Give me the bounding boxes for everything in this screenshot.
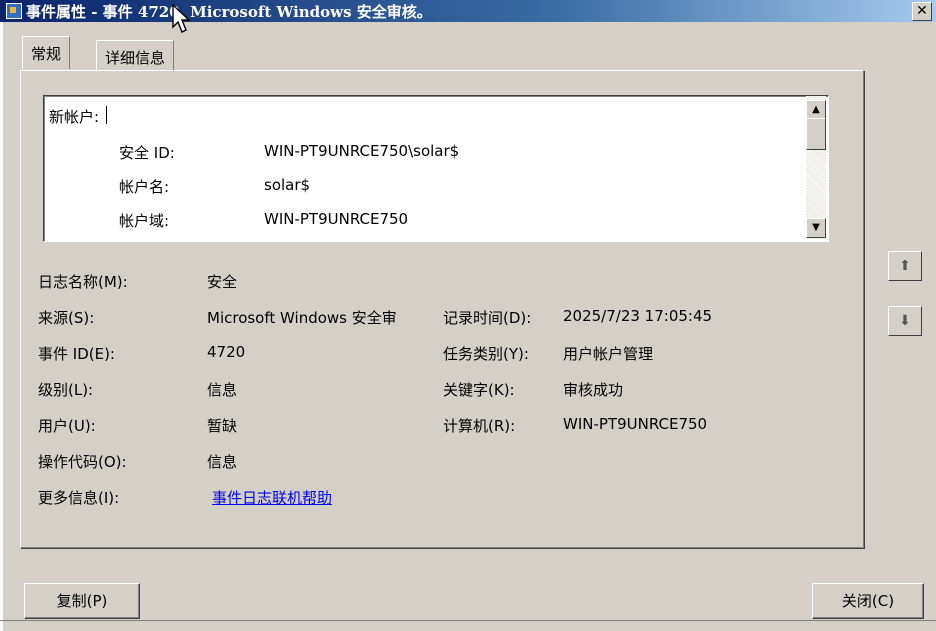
security-id-value: WIN-PT9UNRCE750\solar$	[264, 142, 460, 160]
close-icon[interactable]: ✕	[912, 2, 932, 21]
user-value: 暂缺	[207, 417, 238, 435]
level-value: 信息	[207, 381, 238, 399]
arrow-down-icon[interactable]: ⬇	[888, 306, 922, 336]
logged-label: 记录时间(D):	[443, 309, 532, 327]
task-category-label: 任务类别(Y):	[443, 345, 529, 363]
keywords-value: 审核成功	[563, 381, 624, 399]
event-viewer-icon	[6, 3, 22, 19]
account-domain-value: WIN-PT9UNRCE750	[264, 210, 409, 228]
task-category-value: 用户帐户管理	[563, 345, 654, 363]
event-id-value: 4720	[207, 343, 246, 361]
window-left-edge	[0, 22, 3, 631]
logged-value: 2025/7/23 17:05:45	[563, 307, 713, 325]
log-name-label: 日志名称(M):	[38, 273, 128, 291]
scroll-up-icon[interactable]: ▲	[806, 100, 826, 120]
keywords-label: 关键字(K):	[443, 381, 515, 399]
opcode-value: 信息	[207, 453, 238, 471]
tab-general-label: 常规	[31, 45, 62, 63]
tab-details-label: 详细信息	[105, 49, 166, 67]
account-name-label: 帐户名:	[119, 178, 170, 196]
user-label: 用户(U):	[38, 417, 96, 435]
arrow-up-icon[interactable]: ⬆	[888, 251, 922, 281]
title-bar[interactable]: 事件属性 - 事件 4720, Microsoft Windows 安全审核。 …	[0, 0, 936, 22]
description-heading: 新帐户:	[49, 108, 100, 126]
text-caret	[106, 106, 107, 124]
window-title: 事件属性 - 事件 4720, Microsoft Windows 安全审核。	[26, 3, 432, 21]
tab-details[interactable]: 详细信息	[96, 40, 175, 72]
log-name-value: 安全	[207, 273, 238, 291]
computer-value: WIN-PT9UNRCE750	[563, 415, 708, 433]
more-info-label: 更多信息(I):	[38, 489, 120, 507]
online-help-link[interactable]: 事件日志联机帮助	[212, 487, 332, 508]
event-description-box[interactable]: 新帐户: 安全 ID: WIN-PT9UNRCE750\solar$ 帐户名: …	[43, 95, 829, 242]
close-button[interactable]: 关闭(C)	[812, 583, 924, 619]
opcode-label: 操作代码(O):	[38, 453, 127, 471]
source-label: 来源(S):	[38, 309, 95, 327]
tab-general[interactable]: 常规	[22, 36, 71, 69]
event-id-label: 事件 ID(E):	[38, 345, 115, 363]
description-scrollbar[interactable]: ▲ ▼	[806, 96, 826, 239]
window-bottom-edge	[0, 620, 936, 621]
security-id-label: 安全 ID:	[119, 144, 175, 162]
scroll-thumb[interactable]	[806, 118, 826, 150]
computer-label: 计算机(R):	[443, 417, 516, 435]
mouse-cursor-icon	[172, 4, 191, 33]
level-label: 级别(L):	[38, 381, 94, 399]
source-value: Microsoft Windows 安全审	[207, 309, 397, 327]
scroll-down-icon[interactable]: ▼	[806, 218, 826, 238]
account-domain-label: 帐户域:	[119, 212, 170, 230]
account-name-value: solar$	[264, 176, 311, 194]
copy-button[interactable]: 复制(P)	[24, 583, 140, 619]
